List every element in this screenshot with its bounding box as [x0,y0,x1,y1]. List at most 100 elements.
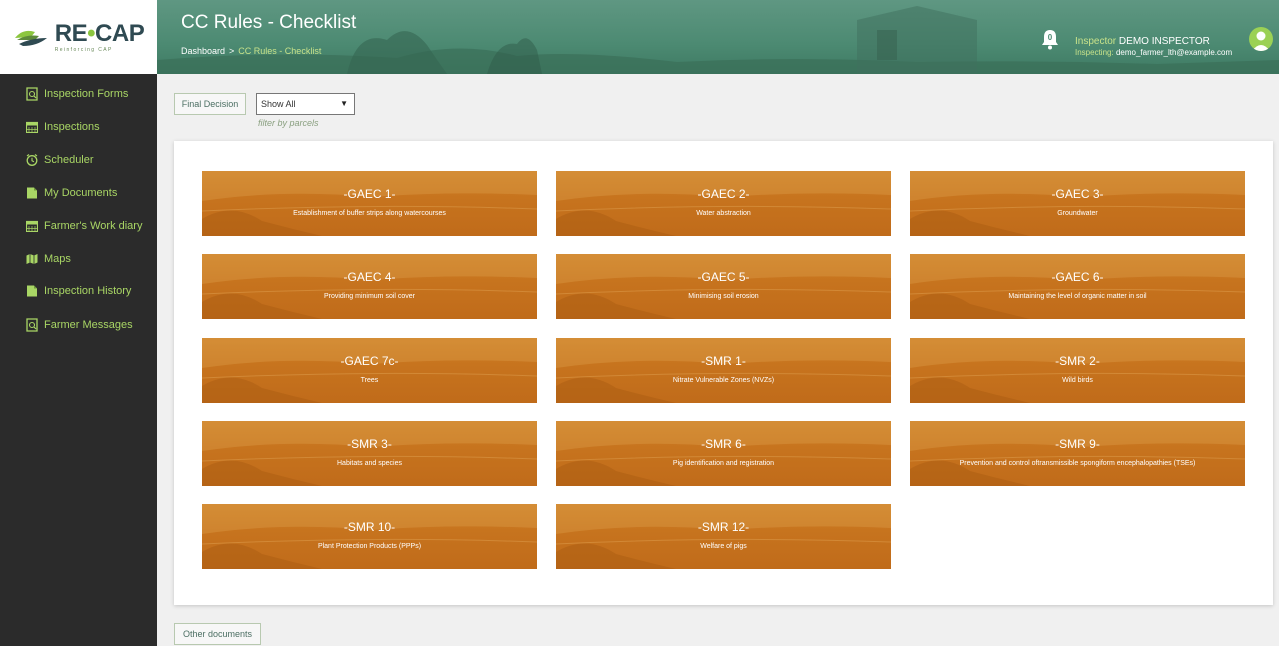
notification-count-badge: 0 [1047,33,1053,42]
user-name: DEMO INSPECTOR [1118,36,1210,47]
rule-code: -SMR 12- [697,520,750,534]
rule-description: Minimising soil erosion [688,293,759,300]
sidebar-item-scheduler[interactable]: Scheduler [0,145,157,175]
sidebar-item-label: My Documents [44,187,118,199]
rule-description: Providing minimum soil cover [323,293,416,300]
user-avatar-icon [1252,31,1270,51]
rule-tile-gaec-3[interactable]: -GAEC 3- Groundwater [910,171,1245,236]
sidebar-item-label: Inspection History [44,285,132,297]
rule-code: -GAEC 7c- [340,354,399,368]
rule-tile-gaec-7c[interactable]: -GAEC 7c- Trees [202,338,537,403]
rule-tile-gaec-4[interactable]: -GAEC 4- Providing minimum soil cover [202,254,537,319]
rule-tile-smr-6[interactable]: -SMR 6- Pig identification and registrat… [556,421,891,486]
sidebar-item-label: Farmer Messages [44,319,133,331]
sidebar-item-label: Farmer's Work diary [44,220,143,232]
rule-tile-smr-3[interactable]: -SMR 3- Habitats and species [202,421,537,486]
logo-text: RE•CAP Reinforcing CAP [54,19,145,53]
form-icon [26,87,38,101]
recap-logo-icon [14,30,47,46]
rule-code: -GAEC 1- [343,187,396,201]
user-role: Inspector [1075,36,1117,47]
sidebar-item-my-documents[interactable]: My Documents [0,178,157,208]
rule-tile-smr-2[interactable]: -SMR 2- Wild birds [910,338,1245,403]
rule-code: -GAEC 6- [1051,270,1104,284]
breadcrumb-dashboard-link[interactable]: Dashboard [181,46,225,56]
breadcrumb-separator: > [229,46,235,56]
avatar[interactable] [1249,27,1273,51]
final-decision-button[interactable]: Final Decision [174,93,246,115]
other-documents-button[interactable]: Other documents [174,623,261,645]
document-icon [27,285,37,297]
rule-tile-gaec-5[interactable]: -GAEC 5- Minimising soil erosion [556,254,891,319]
inspecting-label: Inspecting: [1075,48,1114,57]
rule-description: Pig identification and registration [672,460,775,467]
field-background-image [556,421,891,486]
field-background-image [556,338,891,403]
sidebar-item-label: Maps [44,253,71,265]
rule-description: Maintaining the level of organic matter … [1008,293,1147,300]
rule-description: Wild birds [1062,377,1093,384]
logo-text-end: CAP [95,19,145,47]
field-background-image [910,254,1245,319]
filter-hint: filter by parcels [258,118,319,128]
sidebar-item-farmers-work-diary[interactable]: Farmer's Work diary [0,211,157,241]
page-title: CC Rules - Checklist [181,12,357,33]
field-background-image [556,171,891,236]
calendar-icon [26,121,38,133]
rule-tile-gaec-1[interactable]: -GAEC 1- Establishment of buffer strips … [202,171,537,236]
rule-description: Plant Protection Products (PPPs) [317,543,422,550]
field-background-image [202,254,537,319]
rule-tile-gaec-6[interactable]: -GAEC 6- Maintaining the level of organi… [910,254,1245,319]
rule-tile-smr-1[interactable]: -SMR 1- Nitrate Vulnerable Zones (NVZs) [556,338,891,403]
rule-tile-smr-12[interactable]: -SMR 12- Welfare of pigs [556,504,891,569]
sidebar-item-label: Inspection Forms [44,88,129,100]
parcel-filter-value: Show All [261,99,296,109]
rule-code: -SMR 9- [1055,437,1100,451]
rule-description: Groundwater [1057,210,1098,217]
rule-code: -GAEC 3- [1051,187,1104,201]
field-background-image [556,254,891,319]
rule-code: -GAEC 5- [697,270,750,284]
rule-code: -SMR 3- [347,437,392,451]
page-header: CC Rules - Checklist Dashboard > CC Rules … [157,0,1279,74]
field-background-image [556,504,891,569]
app-logo[interactable]: RE•CAP Reinforcing CAP [0,0,157,74]
field-background-image [202,504,537,569]
rule-code: -GAEC 4- [343,270,396,284]
dropdown-caret-icon: ▼ [340,99,348,108]
rule-description: Establishment of buffer strips along wat… [293,210,446,217]
rule-description: Nitrate Vulnerable Zones (NVZs) [672,377,775,384]
rule-tile-smr-9[interactable]: -SMR 9- Prevention and control oftransmi… [910,421,1245,486]
clock-icon [26,154,38,166]
breadcrumb-current: CC Rules - Checklist [238,46,322,56]
breadcrumb: Dashboard > CC Rules - Checklist [181,46,321,56]
field-background-image [910,421,1245,486]
inspecting-value: demo_farmer_lth@example.com [1115,48,1233,57]
sidebar-item-inspections[interactable]: Inspections [0,112,157,142]
field-background-image [202,421,537,486]
field-background-image [202,338,537,403]
sidebar-item-inspection-forms[interactable]: Inspection Forms [0,79,157,109]
sidebar-item-inspection-history[interactable]: Inspection History [0,276,157,306]
rule-code: -GAEC 2- [697,187,750,201]
sidebar-item-label: Scheduler [44,154,94,166]
sidebar-item-label: Inspections [44,121,100,133]
map-icon [26,254,38,264]
rule-tile-smr-10[interactable]: -SMR 10- Plant Protection Products (PPPs… [202,504,537,569]
calendar-icon [26,220,38,232]
sidebar: Inspection Forms Inspections Scheduler M… [0,74,157,646]
document-icon [27,187,37,199]
form-icon [26,318,38,332]
sidebar-item-maps[interactable]: Maps [0,244,157,274]
field-background-image [910,171,1245,236]
parcel-filter-select[interactable]: Show All ▼ [256,93,355,115]
sidebar-item-farmer-messages[interactable]: Farmer Messages [0,310,157,340]
logo-text-dot: • [87,19,96,47]
user-info: Inspector DEMO INSPECTOR Inspecting: dem… [1075,36,1232,58]
logo-text-main: RE [54,19,88,47]
rule-code: -SMR 2- [1055,354,1100,368]
rule-description: Trees [360,377,379,384]
rule-code: -SMR 1- [701,354,746,368]
rule-tile-gaec-2[interactable]: -GAEC 2- Water abstraction [556,171,891,236]
rule-code: -SMR 6- [701,437,746,451]
